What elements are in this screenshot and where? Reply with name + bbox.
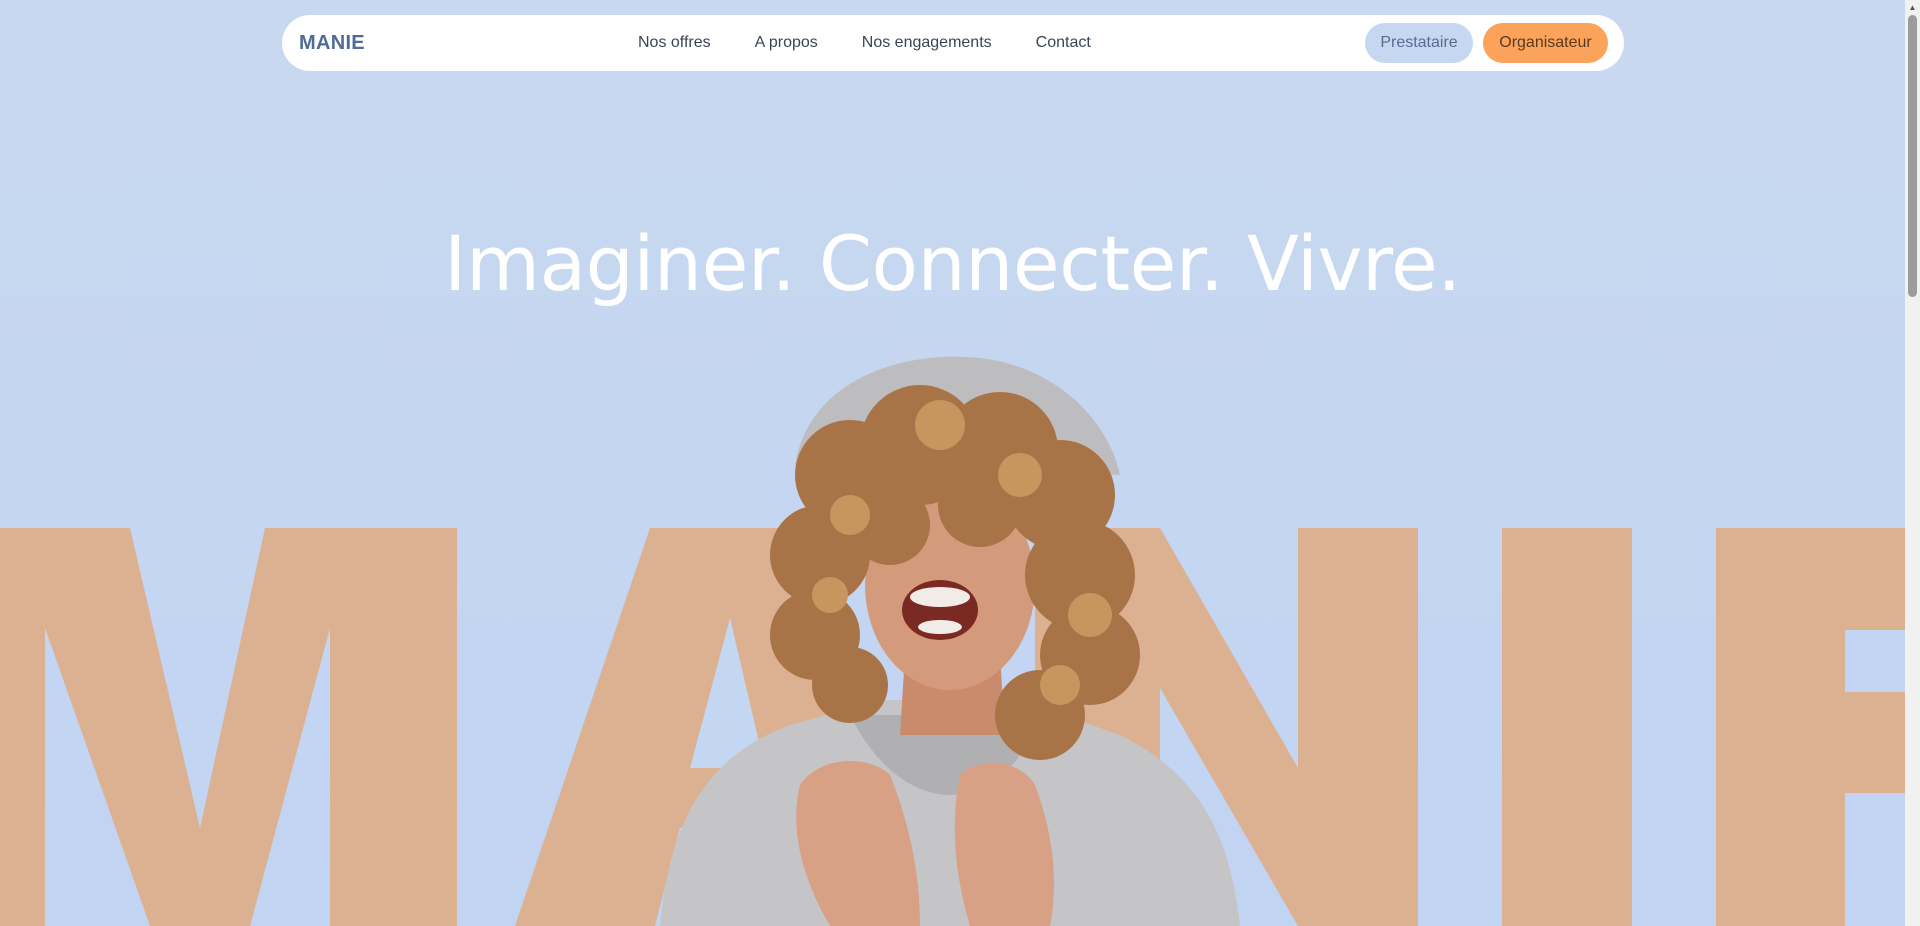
top-navbar: MANIE Nos offres A propos Nos engagement… [282,15,1624,71]
vertical-scrollbar[interactable]: ▲ [1905,0,1920,926]
site-logo[interactable]: MANIE [299,15,365,71]
scrollbar-thumb[interactable] [1908,15,1917,297]
nav-link-nos-engagements[interactable]: Nos engagements [862,34,992,52]
scroll-up-arrow-icon[interactable]: ▲ [1905,0,1920,15]
hero-headline: Imaginer. Connecter. Vivre. [444,218,1461,308]
hero-person-image [620,355,1280,926]
prestataire-button[interactable]: Prestataire [1365,23,1473,63]
nav-link-contact[interactable]: Contact [1036,34,1091,52]
nav-link-nos-offres[interactable]: Nos offres [638,34,711,52]
nav-links: Nos offres A propos Nos engagements Cont… [638,15,1135,71]
nav-link-a-propos[interactable]: A propos [755,34,818,52]
organisateur-button[interactable]: Organisateur [1483,23,1608,63]
page-viewport: Imaginer. Connecter. Vivre. MANIE Nos of… [0,0,1905,926]
